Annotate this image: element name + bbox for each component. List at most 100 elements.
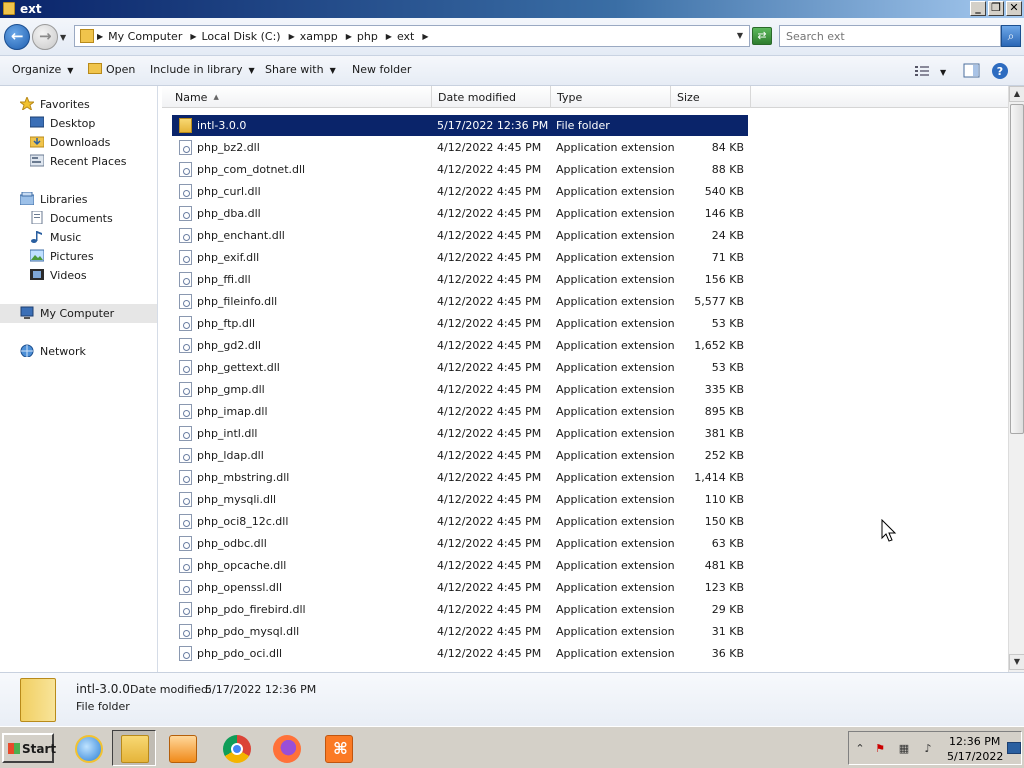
file-list: intl-3.0.0 5/17/2022 12:36 PM File folder p… xyxy=(162,108,1008,672)
organize-button[interactable]: Organize ▼ xyxy=(12,63,73,76)
file-row[interactable]: php_gmp.dll 4/12/2022 4:45 PM Application … xyxy=(172,379,748,400)
file-row[interactable]: php_pdo_oci.dll 4/12/2022 4:45 PM Applicat… xyxy=(172,643,748,664)
file-row[interactable]: php_curl.dll 4/12/2022 4:45 PM Application… xyxy=(172,181,748,202)
file-row[interactable]: php_com_dotnet.dll 4/12/2022 4:45 PM Appli… xyxy=(172,159,748,180)
folder-row[interactable]: intl-3.0.0 5/17/2022 12:36 PM File folder xyxy=(172,115,748,136)
search-button[interactable]: ⌕ xyxy=(1001,25,1021,47)
restore-button[interactable]: ❐ xyxy=(988,1,1004,16)
nav-music[interactable]: Music xyxy=(0,228,157,247)
breadcrumb-item[interactable]: ▶ Local Disk (C:) xyxy=(190,30,280,43)
open-button[interactable]: Open xyxy=(88,63,135,76)
help-icon: ? xyxy=(992,63,1008,79)
videos-icon xyxy=(30,269,44,280)
chevron-down-icon[interactable]: ▼ xyxy=(940,68,958,86)
file-row[interactable]: php_pdo_firebird.dll 4/12/2022 4:45 PM App… xyxy=(172,599,748,620)
file-name: php_gettext.dll xyxy=(197,361,280,374)
action-center-icon[interactable]: ⚑ xyxy=(873,742,887,756)
share-with-button[interactable]: Share with ▼ xyxy=(265,63,336,76)
breadcrumb-item[interactable]: ▶ ext xyxy=(386,30,415,43)
file-row[interactable]: php_gd2.dll 4/12/2022 4:45 PM Application … xyxy=(172,335,748,356)
scroll-down-button[interactable]: ▼ xyxy=(1009,654,1024,670)
scrollbar-thumb[interactable] xyxy=(1010,104,1024,434)
breadcrumb-item[interactable]: ▶ xampp xyxy=(289,30,338,43)
search-input[interactable] xyxy=(779,25,1001,47)
nav-favorites[interactable]: Favorites xyxy=(0,95,157,114)
back-button[interactable]: ← xyxy=(4,24,30,50)
breadcrumb-item[interactable]: ▶ My Computer xyxy=(97,30,182,43)
file-row[interactable]: php_ldap.dll 4/12/2022 4:45 PM Application… xyxy=(172,445,748,466)
file-row[interactable]: php_opcache.dll 4/12/2022 4:45 PM Applicat… xyxy=(172,555,748,576)
breadcrumb-dropdown[interactable]: ▶ xyxy=(422,30,433,43)
column-header-date-modified[interactable]: Date modified xyxy=(432,86,551,108)
clock-time[interactable]: 12:36 PM xyxy=(949,735,1000,748)
help-button[interactable]: ? xyxy=(991,62,1009,80)
media-player-icon[interactable] xyxy=(160,730,204,766)
show-desktop-button[interactable] xyxy=(1007,742,1021,754)
forward-button[interactable]: → xyxy=(32,24,58,50)
file-row[interactable]: php_openssl.dll 4/12/2022 4:45 PM Applicat… xyxy=(172,577,748,598)
network-status-icon[interactable]: ▦ xyxy=(897,742,911,756)
dll-file-icon xyxy=(179,272,192,287)
breadcrumb-item[interactable]: ▶ php xyxy=(346,30,378,43)
include-in-library-button[interactable]: Include in library ▼ xyxy=(150,63,255,76)
scroll-up-button[interactable]: ▲ xyxy=(1009,86,1024,102)
file-type: Application extension xyxy=(556,449,675,462)
firefox-icon[interactable] xyxy=(264,730,308,766)
file-row[interactable]: php_odbc.dll 4/12/2022 4:45 PM Application… xyxy=(172,533,748,554)
file-row[interactable]: php_intl.dll 4/12/2022 4:45 PM Application… xyxy=(172,423,748,444)
file-row[interactable]: php_oci8_12c.dll 4/12/2022 4:45 PM Applica… xyxy=(172,511,748,532)
dll-file-icon xyxy=(179,316,192,331)
internet-explorer-icon[interactable] xyxy=(66,730,110,766)
file-date-modified: 4/12/2022 4:45 PM xyxy=(437,163,542,176)
file-row[interactable]: php_ftp.dll 4/12/2022 4:45 PM Application … xyxy=(172,313,748,334)
file-row[interactable]: php_mbstring.dll 4/12/2022 4:45 PM Applica… xyxy=(172,467,748,488)
nav-network[interactable]: Network xyxy=(0,342,157,361)
column-header-type[interactable]: Type xyxy=(551,86,671,108)
pictures-icon xyxy=(30,249,44,262)
preview-pane-button[interactable] xyxy=(963,62,981,80)
file-row[interactable]: php_enchant.dll 4/12/2022 4:45 PM Applicat… xyxy=(172,225,748,246)
nav-downloads[interactable]: Downloads xyxy=(0,133,157,152)
nav-my-computer[interactable]: My Computer xyxy=(0,304,157,323)
vertical-scrollbar[interactable]: ▲ ▼ xyxy=(1008,86,1024,672)
column-header-size[interactable]: Size xyxy=(671,86,751,108)
file-row[interactable]: php_exif.dll 4/12/2022 4:45 PM Application… xyxy=(172,247,748,268)
close-button[interactable]: ✕ xyxy=(1006,1,1022,16)
nav-documents[interactable]: Documents xyxy=(0,209,157,228)
file-row[interactable]: php_ffi.dll 4/12/2022 4:45 PM Application … xyxy=(172,269,748,290)
refresh-button[interactable]: ⇄ xyxy=(752,27,772,45)
minimize-button[interactable]: _ xyxy=(970,1,986,16)
chevron-down-icon[interactable]: ▼ xyxy=(737,31,743,40)
file-row[interactable]: php_bz2.dll 4/12/2022 4:45 PM Application … xyxy=(172,137,748,158)
file-row[interactable]: php_fileinfo.dll 4/12/2022 4:45 PM Applica… xyxy=(172,291,748,312)
nav-desktop[interactable]: Desktop xyxy=(0,114,157,133)
windows-explorer-icon[interactable] xyxy=(112,730,156,766)
svg-text:?: ? xyxy=(997,65,1003,78)
nav-videos[interactable]: Videos xyxy=(0,266,157,285)
nav-libraries[interactable]: Libraries xyxy=(0,190,157,209)
file-date-modified: 4/12/2022 4:45 PM xyxy=(437,185,542,198)
nav-recent-places[interactable]: Recent Places xyxy=(0,152,157,171)
xampp-icon[interactable]: ⌘ xyxy=(316,730,360,766)
column-header-name[interactable]: Name ▲ xyxy=(162,86,432,108)
star-icon xyxy=(20,97,34,110)
file-row[interactable]: php_mysqli.dll 4/12/2022 4:45 PM Applicati… xyxy=(172,489,748,510)
new-folder-button[interactable]: New folder xyxy=(352,63,411,76)
address-bar[interactable]: ▶ My Computer ▶ Local Disk (C:) ▶ xampp ▶ ph… xyxy=(74,25,750,47)
file-row[interactable]: php_dba.dll 4/12/2022 4:45 PM Application … xyxy=(172,203,748,224)
nav-pictures[interactable]: Pictures xyxy=(0,247,157,266)
dll-file-icon xyxy=(179,558,192,573)
file-row[interactable]: php_imap.dll 4/12/2022 4:45 PM Application… xyxy=(172,401,748,422)
view-options-button[interactable] xyxy=(914,62,932,80)
start-button[interactable]: Start xyxy=(2,733,56,763)
chrome-icon[interactable] xyxy=(214,730,258,766)
volume-icon[interactable]: ♪ xyxy=(921,742,935,756)
clock-date[interactable]: 5/17/2022 xyxy=(947,750,1003,763)
file-row[interactable]: php_gettext.dll 4/12/2022 4:45 PM Applicat… xyxy=(172,357,748,378)
file-type: Application extension xyxy=(556,581,675,594)
history-dropdown-icon[interactable]: ▼ xyxy=(60,33,66,42)
file-size: 150 KB xyxy=(704,515,744,528)
file-row[interactable]: php_pdo_mysql.dll 4/12/2022 4:45 PM Applic… xyxy=(172,621,748,642)
file-date-modified: 4/12/2022 4:45 PM xyxy=(437,515,542,528)
show-hidden-icons-button[interactable]: ⌃ xyxy=(853,742,867,756)
